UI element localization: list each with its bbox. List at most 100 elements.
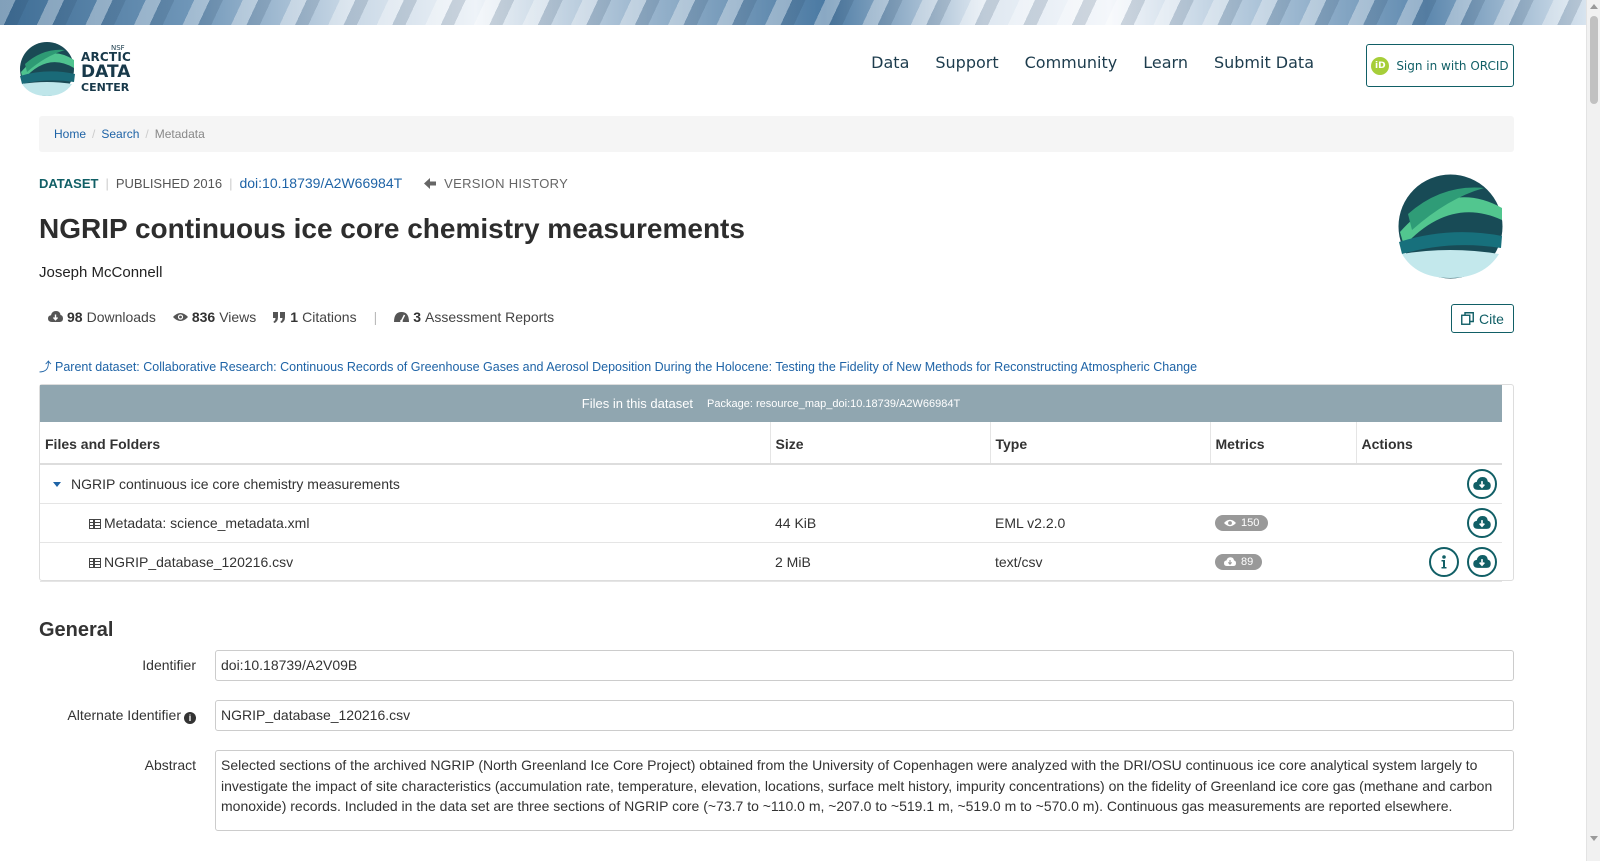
cloud-download-icon <box>1473 554 1491 568</box>
level-up-icon: ⤴ <box>39 360 52 374</box>
folder-row[interactable]: NGRIP continuous ice core chemistry meas… <box>40 464 1502 504</box>
info-icon[interactable]: i <box>184 712 196 724</box>
downloads-badge: 89 <box>1215 553 1263 570</box>
file-name[interactable]: Metadata: science_metadata.xml <box>104 515 309 531</box>
arctic-data-center-logo[interactable]: NSF ARCTIC DATA CENTER <box>19 38 131 98</box>
menu-item-learn[interactable]: Learn <box>1143 53 1188 72</box>
download-folder-button[interactable] <box>1467 468 1497 499</box>
sign-in-orcid-label: Sign in with ORCID <box>1396 58 1509 73</box>
dataset-meta-row: DATASET | PUBLISHED 2016 | doi:10.18739/… <box>39 175 568 191</box>
dataset-title: NGRIP continuous ice core chemistry meas… <box>39 213 745 244</box>
meta-divider: | <box>229 175 233 191</box>
views-badge-count: 150 <box>1241 517 1260 529</box>
breadcrumb-current: Metadata <box>154 127 205 141</box>
breadcrumb-home[interactable]: Home <box>54 127 86 141</box>
menu-item-support[interactable]: Support <box>935 53 998 72</box>
header-banner-image <box>0 0 1586 25</box>
menu-item-data[interactable]: Data <box>871 53 909 72</box>
file-type: text/csv <box>990 542 1210 582</box>
downloads-label: Downloads <box>86 309 156 325</box>
col-actions: Actions <box>1356 422 1502 465</box>
file-info-button[interactable] <box>1429 546 1459 577</box>
cloud-download-icon <box>1473 476 1491 490</box>
cloud-download-icon <box>48 311 63 322</box>
col-type[interactable]: Type <box>990 422 1211 465</box>
parent-dataset-label: Parent dataset: Collaborative Research: … <box>55 360 1198 374</box>
arrow-left-icon <box>424 177 437 189</box>
menu-item-community[interactable]: Community <box>1025 53 1118 72</box>
table-row[interactable]: NGRIP_database_120216.csv 2 MiB text/csv… <box>40 542 1502 582</box>
page-scrollbar[interactable] <box>1586 0 1600 861</box>
files-table-panel: Files in this dataset Package: resource_… <box>39 384 1514 582</box>
files-panel-header: Files in this dataset Package: resource_… <box>40 385 1502 422</box>
dashboard-gauge-icon <box>394 311 410 322</box>
file-size: 2 MiB <box>770 542 990 582</box>
table-row[interactable]: Metadata: science_metadata.xml 44 KiB EM… <box>40 503 1502 543</box>
assessment-reports-metric[interactable]: 3 Assessment Reports <box>394 309 554 325</box>
scroll-up-arrow[interactable] <box>1590 4 1598 9</box>
col-size[interactable]: Size <box>770 422 991 465</box>
reports-label: Assessment Reports <box>425 309 555 325</box>
dataset-metrics: 98 Downloads 836 Views 1 Citations | 3 A… <box>48 309 571 325</box>
reports-count: 3 <box>413 309 421 325</box>
scrollbar-thumb[interactable] <box>1590 16 1598 104</box>
files-header-title: Files in this dataset <box>581 396 694 411</box>
quote-icon <box>273 311 286 323</box>
file-name[interactable]: NGRIP_database_120216.csv <box>104 554 293 570</box>
published-year: PUBLISHED 2016 <box>115 175 223 191</box>
metrics-divider: | <box>373 309 378 325</box>
menu-item-submit-data[interactable]: Submit Data <box>1214 53 1314 72</box>
cloud-download-icon <box>1473 515 1491 529</box>
cite-label: Cite <box>1479 310 1504 327</box>
breadcrumb-separator: / <box>92 127 96 141</box>
top-navbar: NSF ARCTIC DATA CENTER Data Support Comm… <box>0 25 1586 113</box>
citations-count: 1 <box>290 309 299 325</box>
table-file-icon <box>89 518 101 529</box>
identifier-field[interactable]: doi:10.18739/A2V09B <box>215 650 1514 681</box>
scroll-down-arrow[interactable] <box>1590 836 1598 841</box>
main-menu: Data Support Community Learn Submit Data <box>871 53 1314 72</box>
alternate-identifier-field[interactable]: NGRIP_database_120216.csv <box>215 700 1514 731</box>
sign-in-orcid-button[interactable]: iD Sign in with ORCID <box>1366 44 1514 87</box>
downloads-count: 98 <box>67 309 83 325</box>
col-metrics: Metrics <box>1210 422 1357 465</box>
meta-divider: | <box>105 175 109 191</box>
alternate-identifier-text: Alternate Identifier <box>67 707 181 723</box>
general-section-title: General <box>39 619 114 641</box>
download-file-button[interactable] <box>1467 546 1497 577</box>
breadcrumb: Home / Search / Metadata <box>39 116 1514 152</box>
cite-button[interactable]: Cite <box>1451 304 1514 333</box>
breadcrumb-search[interactable]: Search <box>101 127 139 141</box>
abstract-label: Abstract <box>144 757 196 773</box>
file-type: EML v2.2.0 <box>990 503 1210 543</box>
logo-wordmark: NSF ARCTIC DATA CENTER <box>81 44 131 94</box>
abstract-field[interactable]: Selected sections of the archived NGRIP … <box>215 750 1514 831</box>
eye-icon <box>172 313 188 321</box>
folder-name[interactable]: NGRIP continuous ice core chemistry meas… <box>71 476 400 492</box>
table-file-icon <box>89 557 101 568</box>
views-metric[interactable]: 836 Views <box>172 309 257 325</box>
version-history-link[interactable]: VERSION HISTORY <box>424 176 568 191</box>
cloud-download-icon <box>1224 556 1236 566</box>
alternate-identifier-label: Alternate Identifier i <box>39 707 196 724</box>
downloads-metric[interactable]: 98 Downloads <box>48 309 156 325</box>
download-file-button[interactable] <box>1467 507 1497 538</box>
files-table: Files and Folders Size Type Metrics Acti… <box>40 422 1502 582</box>
downloads-badge-count: 89 <box>1241 555 1254 568</box>
parent-dataset-link[interactable]: ⤴ Parent dataset: Collaborative Research… <box>39 356 1197 375</box>
files-table-header-row: Files and Folders Size Type Metrics Acti… <box>40 422 1502 465</box>
file-size: 44 KiB <box>770 503 990 543</box>
citations-metric[interactable]: 1 Citations <box>273 309 357 325</box>
logo-globe-icon <box>20 42 75 96</box>
package-id: Package: resource_map_doi:10.18739/A2W66… <box>707 397 961 410</box>
dataset-author[interactable]: Joseph McConnell <box>39 264 162 281</box>
views-badge: 150 <box>1215 515 1269 531</box>
info-icon <box>1441 554 1447 568</box>
dataset-type-label: DATASET <box>39 175 99 191</box>
col-files-and-folders[interactable]: Files and Folders <box>40 422 771 465</box>
views-label: Views <box>219 309 257 325</box>
eye-icon <box>1224 519 1236 527</box>
expand-caret-icon[interactable] <box>53 481 61 487</box>
identifier-label: Identifier <box>142 657 196 673</box>
dataset-doi-link[interactable]: doi:10.18739/A2W66984T <box>239 175 402 191</box>
